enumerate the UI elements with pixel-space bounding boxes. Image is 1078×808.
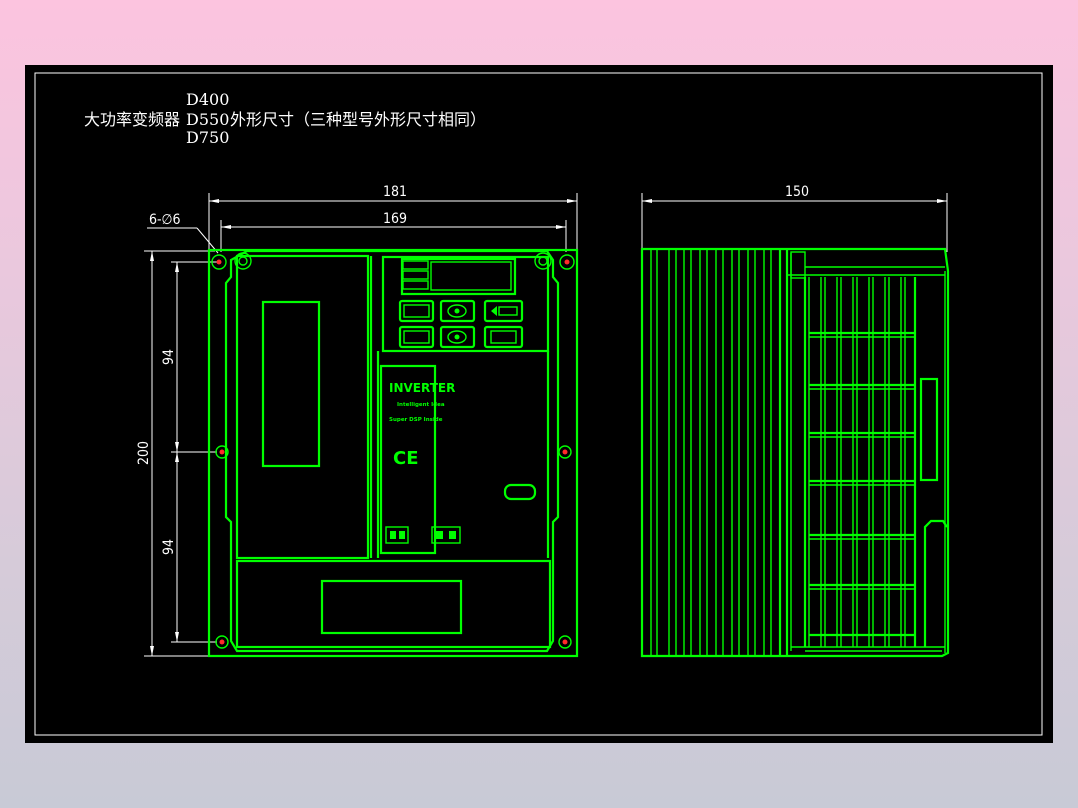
dim-overall-height: 200 bbox=[136, 250, 215, 657]
label-line-1: Intelligent Idea bbox=[397, 402, 445, 408]
dim-side-depth: 150 bbox=[641, 184, 948, 252]
dim-upper-spacing-label: 94 bbox=[161, 349, 177, 365]
dim-hole-width: 169 bbox=[220, 211, 567, 252]
drawing-title: D400 大功率变频器 D550 外形尺寸（三种型号外形尺寸相同） D750 bbox=[84, 90, 486, 147]
label-line-2: Super DSP Inside bbox=[389, 417, 443, 423]
side-window bbox=[919, 377, 939, 482]
side-view: 150 bbox=[640, 184, 950, 658]
left-window bbox=[261, 300, 321, 468]
hole-spec-label: 6-∅6 bbox=[149, 212, 181, 228]
heatsink-fins bbox=[650, 249, 782, 656]
title-prefix: 大功率变频器 bbox=[84, 110, 180, 129]
title-suffix: 外形尺寸（三种型号外形尺寸相同） bbox=[230, 110, 486, 129]
key-button-4 bbox=[398, 325, 435, 349]
label-plate: INVERTER Intelligent Idea Super DSP Insi… bbox=[379, 364, 461, 555]
model-d750: D750 bbox=[186, 128, 229, 147]
ce-mark: CE bbox=[393, 448, 419, 469]
bottom-window bbox=[320, 579, 463, 635]
heatsink-body bbox=[640, 247, 950, 658]
model-d550: D550 bbox=[186, 110, 229, 129]
connector-port bbox=[503, 483, 537, 501]
dim-side-depth-label: 150 bbox=[785, 184, 809, 200]
cad-drawing-canvas: D400 大功率变频器 D550 外形尺寸（三种型号外形尺寸相同） D750 1… bbox=[25, 65, 1053, 743]
side-case bbox=[785, 249, 948, 656]
brand-label: INVERTER bbox=[389, 381, 455, 395]
front-housing bbox=[224, 249, 560, 653]
cad-drawing: D400 大功率变频器 D550 外形尺寸（三种型号外形尺寸相同） D750 1… bbox=[34, 72, 1043, 736]
dim-lower-spacing-label: 94 bbox=[161, 539, 177, 555]
dim-hole-spec: 6-∅6 bbox=[147, 212, 219, 254]
dim-hole-width-label: 169 bbox=[383, 211, 407, 227]
model-d400: D400 bbox=[186, 90, 229, 109]
key-button-1 bbox=[398, 299, 435, 323]
dim-overall-width-label: 181 bbox=[383, 184, 407, 200]
keypad bbox=[381, 255, 550, 353]
front-view: 181 169 6-∅6 200 94 94 INVERTER Intellig… bbox=[136, 184, 579, 658]
dim-overall-height-label: 200 bbox=[136, 441, 152, 465]
